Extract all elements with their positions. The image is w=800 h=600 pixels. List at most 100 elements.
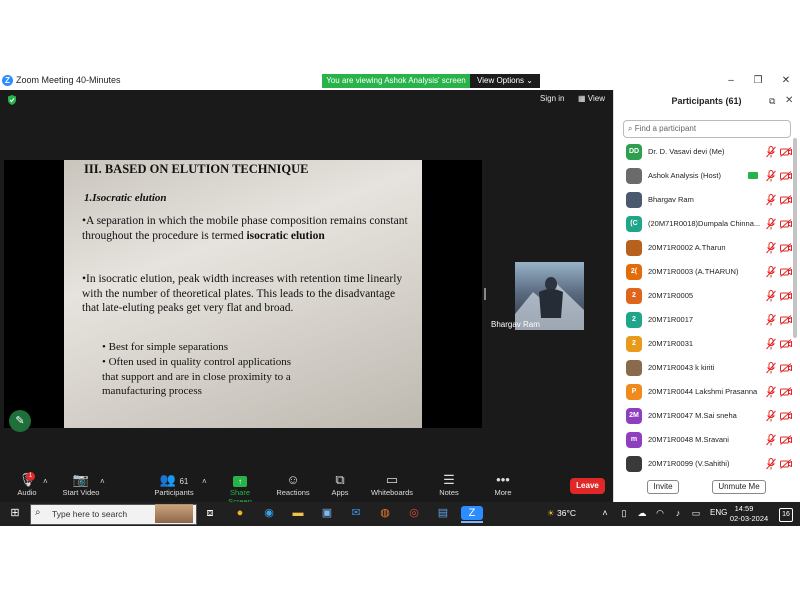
- image-viewer-icon[interactable]: ▤: [436, 506, 450, 520]
- video-off-icon[interactable]: [780, 195, 792, 205]
- muted-mic-icon[interactable]: [766, 218, 776, 230]
- participants-count: 61: [179, 477, 189, 486]
- participant-row[interactable]: 20M71R0099 (V.Sahithi): [620, 454, 792, 474]
- annotate-pencil-icon[interactable]: ✎: [9, 410, 31, 432]
- participant-row[interactable]: Ashok Analysis (Host): [620, 166, 792, 186]
- notes-button[interactable]: ☰ Notes: [436, 472, 462, 497]
- participant-row[interactable]: m 20M71R0048 M.Sravani: [620, 430, 792, 450]
- video-off-icon[interactable]: [780, 315, 792, 325]
- store-icon[interactable]: ▣: [320, 506, 334, 520]
- slide-paragraph-1-bold: isocratic elution: [246, 229, 325, 242]
- audio-chevron-up-icon[interactable]: ˄: [43, 477, 48, 486]
- leave-button[interactable]: Leave: [570, 478, 605, 494]
- video-off-icon[interactable]: [780, 363, 792, 373]
- video-off-icon[interactable]: [780, 291, 792, 301]
- muted-mic-icon[interactable]: [766, 410, 776, 422]
- language-indicator[interactable]: ENG: [710, 508, 727, 517]
- tray-chevron-up-icon[interactable]: ˄: [598, 506, 612, 520]
- participants-button[interactable]: 👥 61 Participants: [153, 472, 195, 497]
- muted-mic-icon[interactable]: [766, 194, 776, 206]
- muted-mic-icon[interactable]: [766, 170, 776, 182]
- volume-icon[interactable]: ♪: [671, 506, 685, 520]
- video-off-icon[interactable]: [780, 147, 792, 157]
- reactions-button[interactable]: ☺ Reactions: [275, 472, 311, 497]
- participant-row[interactable]: 20M71R0002 A.Tharun: [620, 238, 792, 258]
- participant-row[interactable]: 20M71R0043 k kiriti: [620, 358, 792, 378]
- participants-chevron-up-icon[interactable]: ˄: [202, 477, 207, 486]
- muted-mic-icon[interactable]: [766, 434, 776, 446]
- video-off-icon[interactable]: [780, 171, 792, 181]
- notification-center-icon[interactable]: 16: [779, 508, 793, 522]
- popout-icon[interactable]: ⧉: [769, 96, 775, 107]
- split-view-handle[interactable]: [484, 288, 486, 300]
- video-off-icon[interactable]: [780, 459, 792, 469]
- participant-row[interactable]: DD Dr. D. Vasavi devi (Me): [620, 142, 792, 162]
- participant-row[interactable]: Bhargav Ram: [620, 190, 792, 210]
- participant-search-placeholder: Find a participant: [634, 124, 697, 133]
- chrome-icon[interactable]: ◎: [407, 506, 421, 520]
- zoom-taskbar-icon[interactable]: Z: [461, 506, 483, 520]
- participant-row[interactable]: (C (20M71R0018)Dumpala Chinna...: [620, 214, 792, 234]
- encryption-shield-icon[interactable]: [7, 95, 17, 105]
- muted-mic-icon[interactable]: [766, 146, 776, 158]
- muted-mic-icon[interactable]: [766, 338, 776, 350]
- view-button[interactable]: ▦ View: [578, 94, 605, 103]
- share-screen-button[interactable]: ↑ Share Screen: [218, 472, 262, 506]
- participant-row[interactable]: 2 20M71R0005: [620, 286, 792, 306]
- participant-row[interactable]: 2M 20M71R0047 M.Sai sneha: [620, 406, 792, 426]
- wifi-icon[interactable]: ◠: [653, 506, 667, 520]
- muted-mic-icon[interactable]: [766, 362, 776, 374]
- weather-widget[interactable]: ☀ 36°C: [547, 508, 576, 519]
- muted-mic-icon[interactable]: [766, 266, 776, 278]
- file-explorer-icon[interactable]: ▬: [291, 506, 305, 520]
- video-off-icon[interactable]: [780, 387, 792, 397]
- unmute-me-button[interactable]: Unmute Me: [712, 480, 766, 494]
- participant-name: 20M71R0031: [648, 339, 694, 348]
- participant-row[interactable]: 2 20M71R0031: [620, 334, 792, 354]
- edge-browser-icon[interactable]: ◉: [262, 506, 276, 520]
- participant-list-scrollbar[interactable]: [793, 138, 797, 338]
- apps-button[interactable]: ⧉ Apps: [326, 472, 354, 497]
- sign-in-button[interactable]: Sign in: [540, 94, 564, 103]
- view-options-button[interactable]: View Options ⌄: [470, 74, 540, 88]
- video-off-icon[interactable]: [780, 411, 792, 421]
- muted-mic-icon[interactable]: [766, 386, 776, 398]
- muted-mic-icon[interactable]: [766, 242, 776, 254]
- windows-start-icon[interactable]: ⊞: [8, 506, 22, 520]
- muted-mic-icon[interactable]: [766, 458, 776, 470]
- mail-icon[interactable]: ✉: [349, 506, 363, 520]
- clock-time[interactable]: 14:59: [729, 504, 759, 513]
- participant-search-input[interactable]: ⌕ Find a participant: [623, 120, 791, 138]
- video-off-icon[interactable]: [780, 435, 792, 445]
- battery-icon[interactable]: ▭: [689, 506, 703, 520]
- maximize-icon[interactable]: ❐: [751, 74, 765, 88]
- participant-row[interactable]: 2(20M71R0003 (A.THARUN): [620, 262, 792, 282]
- panel-close-icon[interactable]: ✕: [785, 95, 793, 106]
- invite-button[interactable]: Invite: [647, 480, 679, 494]
- task-view-icon[interactable]: ⧈: [203, 506, 217, 520]
- participants-icon: 👥 61: [159, 472, 189, 487]
- close-icon[interactable]: ✕: [779, 74, 793, 88]
- video-off-icon[interactable]: [780, 219, 792, 229]
- video-off-icon[interactable]: [780, 339, 792, 349]
- whiteboards-button[interactable]: ▭ Whiteboards: [369, 472, 415, 497]
- muted-mic-icon[interactable]: [766, 290, 776, 302]
- more-button[interactable]: ••• More: [490, 472, 516, 497]
- minimize-icon[interactable]: –: [724, 74, 738, 88]
- firefox-icon[interactable]: ◍: [378, 506, 392, 520]
- start-video-label: Start Video: [62, 488, 100, 497]
- clock-date[interactable]: 02-03-2024: [729, 514, 769, 523]
- video-off-icon[interactable]: [780, 267, 792, 277]
- start-video-button[interactable]: 📷 Start Video: [60, 472, 102, 497]
- tray-cloud-icon[interactable]: ☁: [635, 506, 649, 520]
- video-off-icon[interactable]: [780, 243, 792, 253]
- audio-label: Audio: [17, 488, 37, 497]
- app-badge-icon[interactable]: ●: [233, 506, 247, 520]
- participant-avatar: P: [626, 384, 642, 400]
- muted-mic-icon[interactable]: [766, 314, 776, 326]
- video-chevron-up-icon[interactable]: ˄: [100, 477, 105, 486]
- participant-row[interactable]: 2 20M71R0017: [620, 310, 792, 330]
- participant-name: 20M71R0002 A.Tharun: [648, 243, 726, 252]
- participant-row[interactable]: P 20M71R0044 Lakshmi Prasanna: [620, 382, 792, 402]
- tray-device-icon[interactable]: ▯: [617, 506, 631, 520]
